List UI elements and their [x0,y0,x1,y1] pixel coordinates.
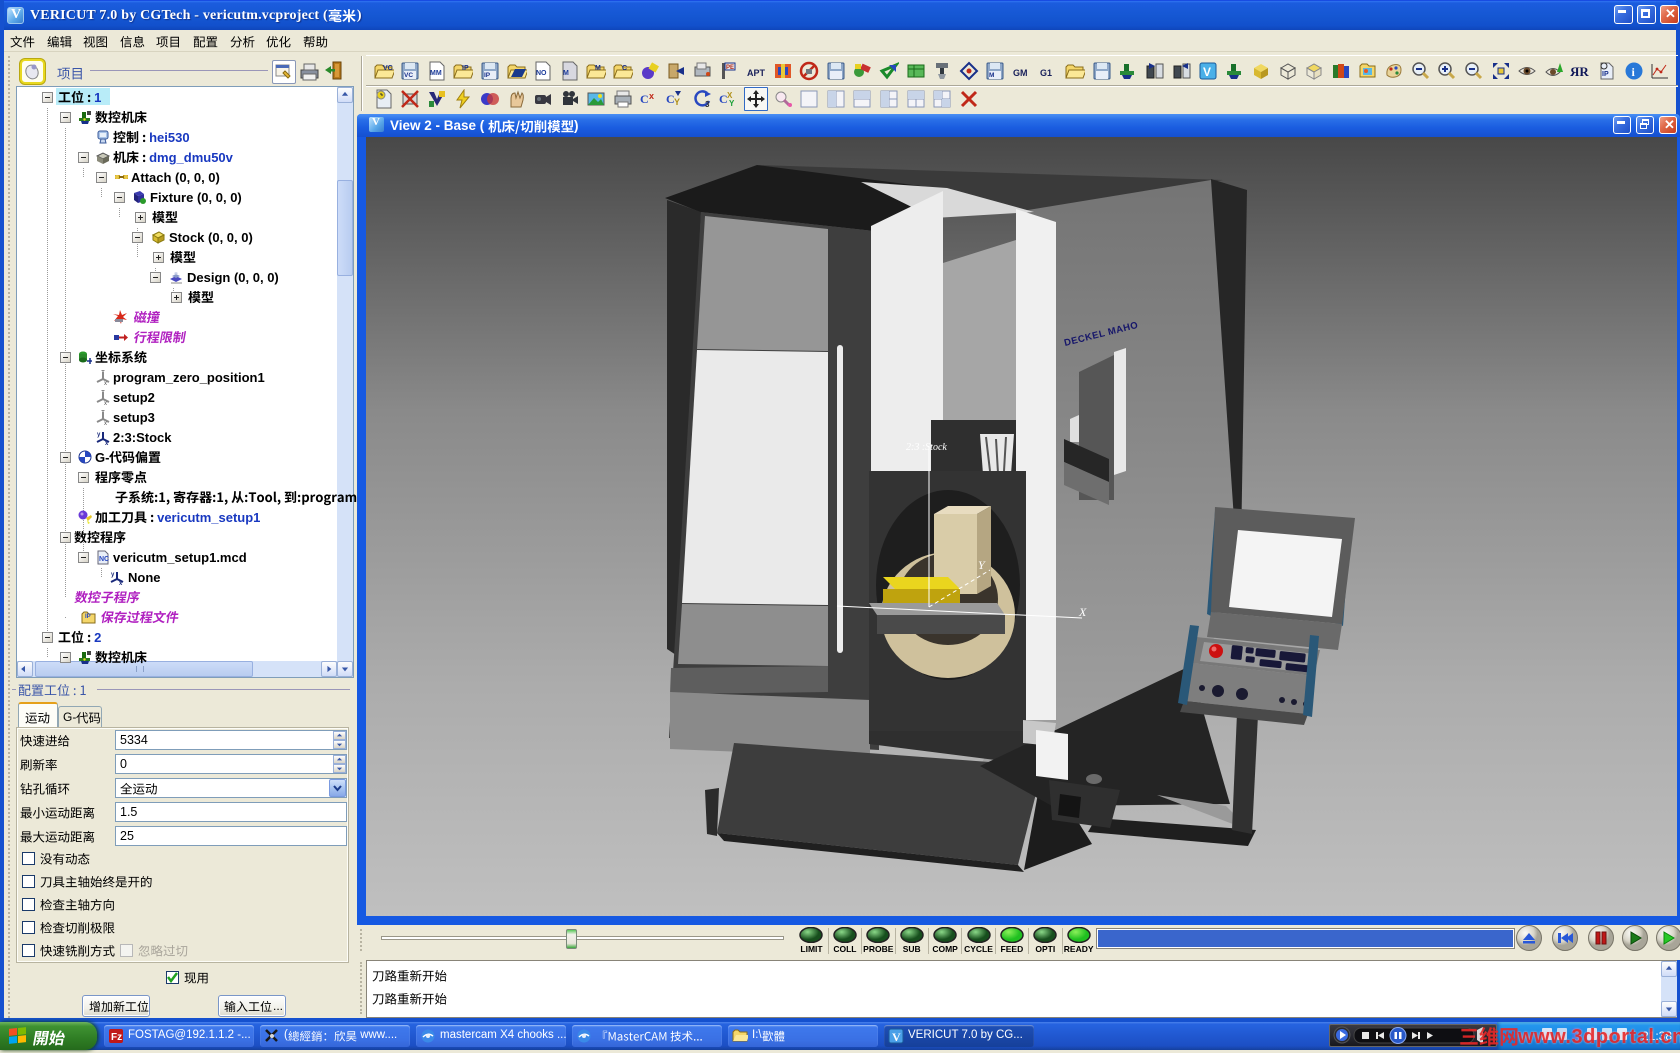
svg-text:Y: Y [729,99,735,108]
svg-text:IP: IP [85,614,91,620]
svg-text:x: x [649,91,654,101]
svg-text:x: x [104,421,107,425]
svg-text:M: M [595,65,601,72]
svg-text:VC: VC [404,72,413,79]
svg-text:M: M [563,70,569,77]
svg-text:V: V [892,1030,901,1044]
svg-text:2:3 :Stock: 2:3 :Stock [906,442,947,453]
svg-text:IP: IP [484,72,491,79]
svg-text:C: C [640,92,649,106]
svg-text:IP: IP [462,65,469,72]
svg-text:C: C [622,65,627,72]
svg-text:GM: GM [1013,68,1028,78]
svg-text:y: y [97,432,101,438]
svg-text:x: x [104,401,107,405]
svg-text:M: M [989,72,994,79]
svg-text:Y: Y [674,97,680,107]
svg-text:PE: PE [726,65,734,71]
svg-text:IP: IP [1602,71,1609,78]
svg-text:NC: NC [99,556,109,563]
svg-text:V: V [1203,65,1211,79]
svg-text:NO: NO [536,70,547,77]
svg-text:MM: MM [430,70,442,77]
svg-text:APT: APT [747,68,766,78]
svg-text:G1: G1 [1040,68,1052,78]
svg-text:ЯR: ЯR [1570,64,1589,79]
svg-text:Fz: Fz [111,1032,122,1043]
svg-text:x: x [104,381,107,385]
svg-text:3: 3 [705,100,710,109]
svg-text:VC: VC [383,65,393,72]
svg-text:X: X [1078,605,1087,619]
svg-text:y: y [111,572,115,578]
